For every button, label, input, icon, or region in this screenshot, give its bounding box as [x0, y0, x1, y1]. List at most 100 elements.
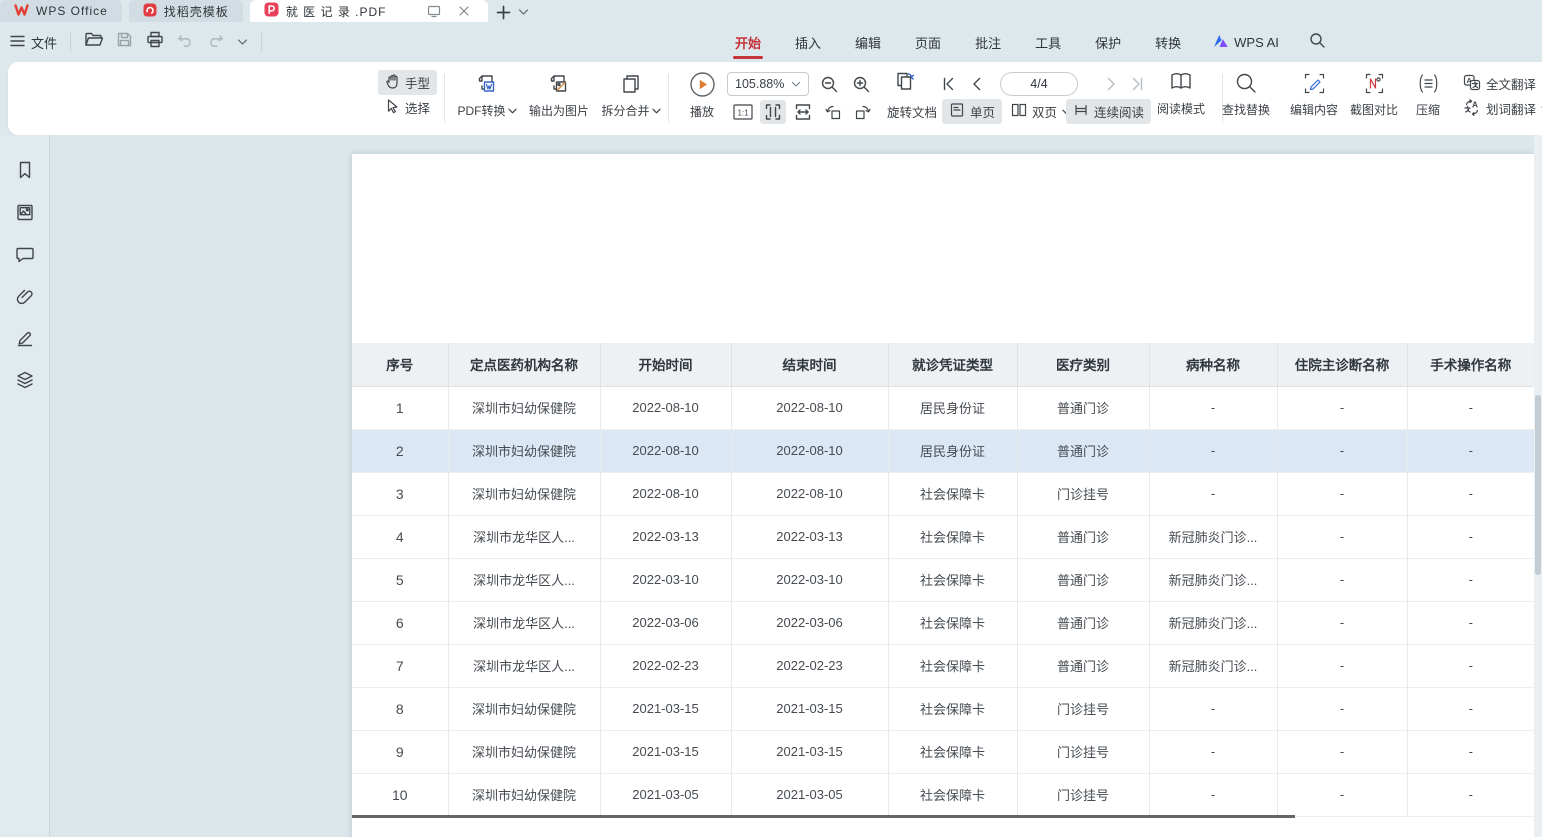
global-search-icon[interactable] — [1309, 32, 1326, 52]
split-merge-button[interactable]: 拆分合并 — [596, 71, 666, 119]
zoom-in-button[interactable] — [848, 72, 874, 96]
table-row[interactable]: 1深圳市妇幼保健院2022-08-102022-08-10居民身份证普通门诊--… — [352, 386, 1534, 429]
record-table: 序号定点医药机构名称开始时间结束时间就诊凭证类型医疗类别病种名称住院主诊断名称手… — [352, 343, 1534, 817]
edit-content-button[interactable]: 编辑内容 — [1282, 71, 1346, 118]
comment-icon[interactable] — [14, 243, 36, 265]
table-row[interactable]: 3深圳市妇幼保健院2022-08-102022-08-10社会保障卡门诊挂号--… — [352, 472, 1534, 515]
find-replace-button[interactable]: 查找替换 — [1214, 71, 1278, 118]
table-cell: - — [1149, 386, 1277, 429]
zoom-out-button[interactable] — [816, 72, 842, 96]
open-in-window-icon[interactable] — [424, 1, 444, 21]
translate-group: A 全文翻译 A 划词翻译 — [1456, 71, 1542, 121]
table-cell: 新冠肺炎门诊... — [1149, 558, 1277, 601]
table-row[interactable]: 8深圳市妇幼保健院2021-03-152021-03-15社会保障卡门诊挂号--… — [352, 687, 1534, 730]
actual-size-button[interactable]: 1:1 — [730, 100, 756, 124]
rotate-document-button[interactable]: 旋转文档 — [880, 99, 944, 124]
edit-content-label: 编辑内容 — [1290, 101, 1338, 118]
menu-tools[interactable]: 工具 — [1033, 24, 1063, 61]
table-row[interactable]: 4深圳市龙华区人...2022-03-132022-03-13社会保障卡普通门诊… — [352, 515, 1534, 558]
fit-page-button[interactable] — [760, 100, 786, 124]
rotate-right-button[interactable] — [850, 100, 876, 124]
tab-medical-record-pdf[interactable]: 就 医 记 录 .PDF — [250, 0, 488, 22]
tab-wps-office[interactable]: WPS Office — [0, 0, 122, 22]
tab-list-chevron-icon[interactable] — [514, 2, 534, 22]
open-file-icon[interactable] — [84, 31, 103, 53]
table-cell: 社会保障卡 — [888, 644, 1017, 687]
vertical-scrollbar[interactable] — [1534, 135, 1542, 837]
menu-convert[interactable]: 转换 — [1153, 24, 1183, 61]
previous-page-button[interactable] — [964, 72, 990, 96]
menu-comment[interactable]: 批注 — [973, 24, 1003, 61]
print-icon[interactable] — [146, 31, 164, 53]
file-menu-button[interactable]: 文件 — [10, 33, 57, 52]
export-as-image-button[interactable]: 输出为图片 — [524, 71, 594, 119]
thumbnail-icon[interactable] — [14, 201, 36, 223]
extract-pages-button[interactable] — [892, 70, 918, 94]
table-row[interactable]: 7深圳市龙华区人...2022-02-232022-02-23社会保障卡普通门诊… — [352, 644, 1534, 687]
screenshot-compare-button[interactable]: 截图对比 — [1342, 71, 1406, 118]
play-button[interactable]: 播放 — [676, 71, 728, 120]
layers-icon[interactable] — [14, 369, 36, 391]
table-row[interactable]: 5深圳市龙华区人...2022-03-102022-03-10社会保障卡普通门诊… — [352, 558, 1534, 601]
file-menu-label: 文件 — [31, 33, 57, 52]
last-page-button[interactable] — [1124, 72, 1150, 96]
undo-icon[interactable] — [177, 33, 194, 52]
rotate-left-button[interactable] — [820, 100, 846, 124]
reading-mode-button[interactable]: 阅读模式 — [1150, 69, 1212, 117]
table-cell: - — [1277, 515, 1407, 558]
table-cell: - — [1277, 773, 1407, 816]
attachment-icon[interactable] — [14, 285, 36, 307]
hand-tool-button[interactable]: 手型 — [378, 70, 437, 95]
continuous-reading-button[interactable]: 连续阅读 — [1066, 99, 1151, 124]
table-cell: 4 — [352, 515, 448, 558]
table-row[interactable]: 2深圳市妇幼保健院2022-08-102022-08-10居民身份证普通门诊--… — [352, 429, 1534, 472]
page-number-input[interactable] — [1000, 72, 1078, 96]
menu-home[interactable]: 开始 — [733, 24, 763, 61]
table-cell: 3 — [352, 472, 448, 515]
table-cell: 2022-03-13 — [731, 515, 888, 558]
hand-icon — [385, 73, 400, 92]
table-row[interactable]: 6深圳市龙华区人...2022-03-062022-03-06社会保障卡普通门诊… — [352, 601, 1534, 644]
word-translate-button[interactable]: A 划词翻译 — [1456, 96, 1542, 121]
pdf-convert-button[interactable]: PDF转换 — [452, 71, 522, 119]
full-text-translate-button[interactable]: A 全文翻译 — [1456, 71, 1542, 96]
single-page-label: 单页 — [970, 102, 995, 121]
table-cell: 新冠肺炎门诊... — [1149, 601, 1277, 644]
single-page-button[interactable]: 单页 — [942, 99, 1002, 124]
new-tab-button[interactable] — [494, 2, 514, 22]
table-cell: 新冠肺炎门诊... — [1149, 644, 1277, 687]
menu-insert[interactable]: 插入 — [793, 24, 823, 61]
table-row[interactable]: 10深圳市妇幼保健院2021-03-052021-03-05社会保障卡门诊挂号-… — [352, 773, 1534, 816]
table-cell: 深圳市妇幼保健院 — [448, 429, 600, 472]
select-tool-button[interactable]: 选择 — [378, 95, 437, 120]
tab-docer-templates[interactable]: 找稻壳模板 — [129, 0, 243, 22]
table-cell: 8 — [352, 687, 448, 730]
menu-page[interactable]: 页面 — [913, 24, 943, 61]
word-translate-label: 划词翻译 — [1486, 99, 1536, 118]
redo-icon[interactable] — [207, 33, 224, 52]
menu-edit[interactable]: 编辑 — [853, 24, 883, 61]
fit-width-button[interactable] — [790, 100, 816, 124]
table-cell: 深圳市妇幼保健院 — [448, 773, 600, 816]
scrollbar-thumb[interactable] — [1535, 395, 1541, 575]
save-icon[interactable] — [116, 31, 133, 53]
wps-ai-button[interactable]: WPS AI — [1213, 34, 1279, 51]
left-panel-sidebar — [0, 135, 50, 837]
compress-button[interactable]: 压缩 — [1404, 71, 1452, 118]
table-cell: 社会保障卡 — [888, 515, 1017, 558]
document-viewport[interactable]: 序号定点医药机构名称开始时间结束时间就诊凭证类型医疗类别病种名称住院主诊断名称手… — [50, 135, 1542, 837]
table-cell: 新冠肺炎门诊... — [1149, 515, 1277, 558]
annotate-pen-icon[interactable] — [14, 327, 36, 349]
next-page-button[interactable] — [1098, 72, 1124, 96]
bookmark-icon[interactable] — [14, 159, 36, 181]
play-label: 播放 — [690, 103, 714, 120]
undo-history-chevron-icon[interactable] — [237, 33, 248, 51]
table-bottom-border — [352, 815, 1295, 818]
table-cell: 2022-08-10 — [731, 429, 888, 472]
zoom-level-select[interactable]: 105.88% — [727, 72, 809, 96]
menu-protect[interactable]: 保护 — [1093, 24, 1123, 61]
table-row[interactable]: 9深圳市妇幼保健院2021-03-152021-03-15社会保障卡门诊挂号--… — [352, 730, 1534, 773]
first-page-button[interactable] — [936, 72, 962, 96]
screenshot-compare-label: 截图对比 — [1350, 101, 1398, 118]
close-tab-icon[interactable] — [454, 1, 474, 21]
